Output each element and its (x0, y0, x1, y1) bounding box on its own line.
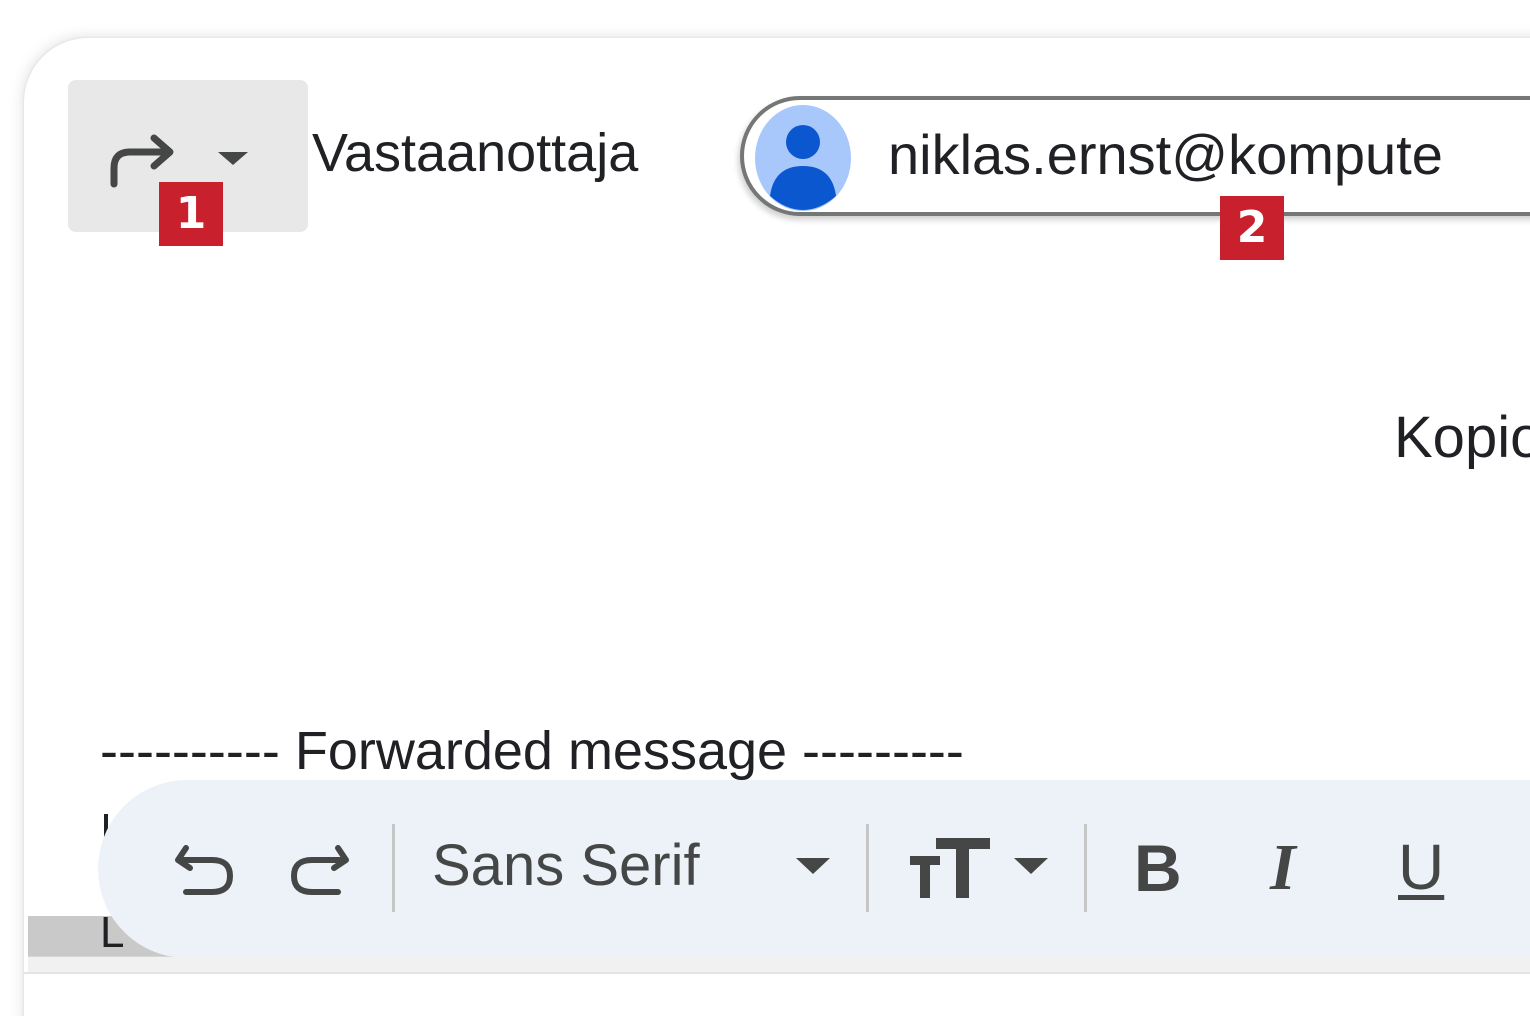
italic-button[interactable]: I (1270, 830, 1296, 906)
recipient-email: niklas.ernst@kompute (888, 123, 1443, 186)
forwarded-message-header: ---------- Forwarded message --------- (100, 721, 964, 781)
chevron-down-icon[interactable] (1012, 856, 1050, 876)
toolbar-divider (392, 824, 395, 912)
underline-button[interactable]: U (1398, 830, 1444, 904)
chevron-down-icon[interactable] (216, 150, 250, 166)
toolbar-divider (866, 824, 869, 912)
text-size-icon[interactable] (906, 834, 992, 900)
redo-icon[interactable] (286, 840, 352, 898)
scrollbar-track-bottom (28, 956, 1530, 972)
forward-icon (110, 134, 174, 188)
annotation-badge-2: 2 (1220, 196, 1284, 260)
toolbar-divider (1084, 824, 1087, 912)
chevron-down-icon[interactable] (794, 856, 832, 876)
undo-icon[interactable] (172, 840, 238, 898)
person-icon (755, 105, 851, 211)
compose-footer-area (24, 972, 1530, 1016)
font-family-select[interactable]: Sans Serif (432, 832, 700, 899)
to-label[interactable]: Vastaanottaja (312, 122, 638, 184)
annotation-badge-1: 1 (159, 182, 223, 246)
bold-button[interactable]: B (1134, 830, 1182, 906)
cc-link[interactable]: Kopio (1394, 404, 1530, 471)
